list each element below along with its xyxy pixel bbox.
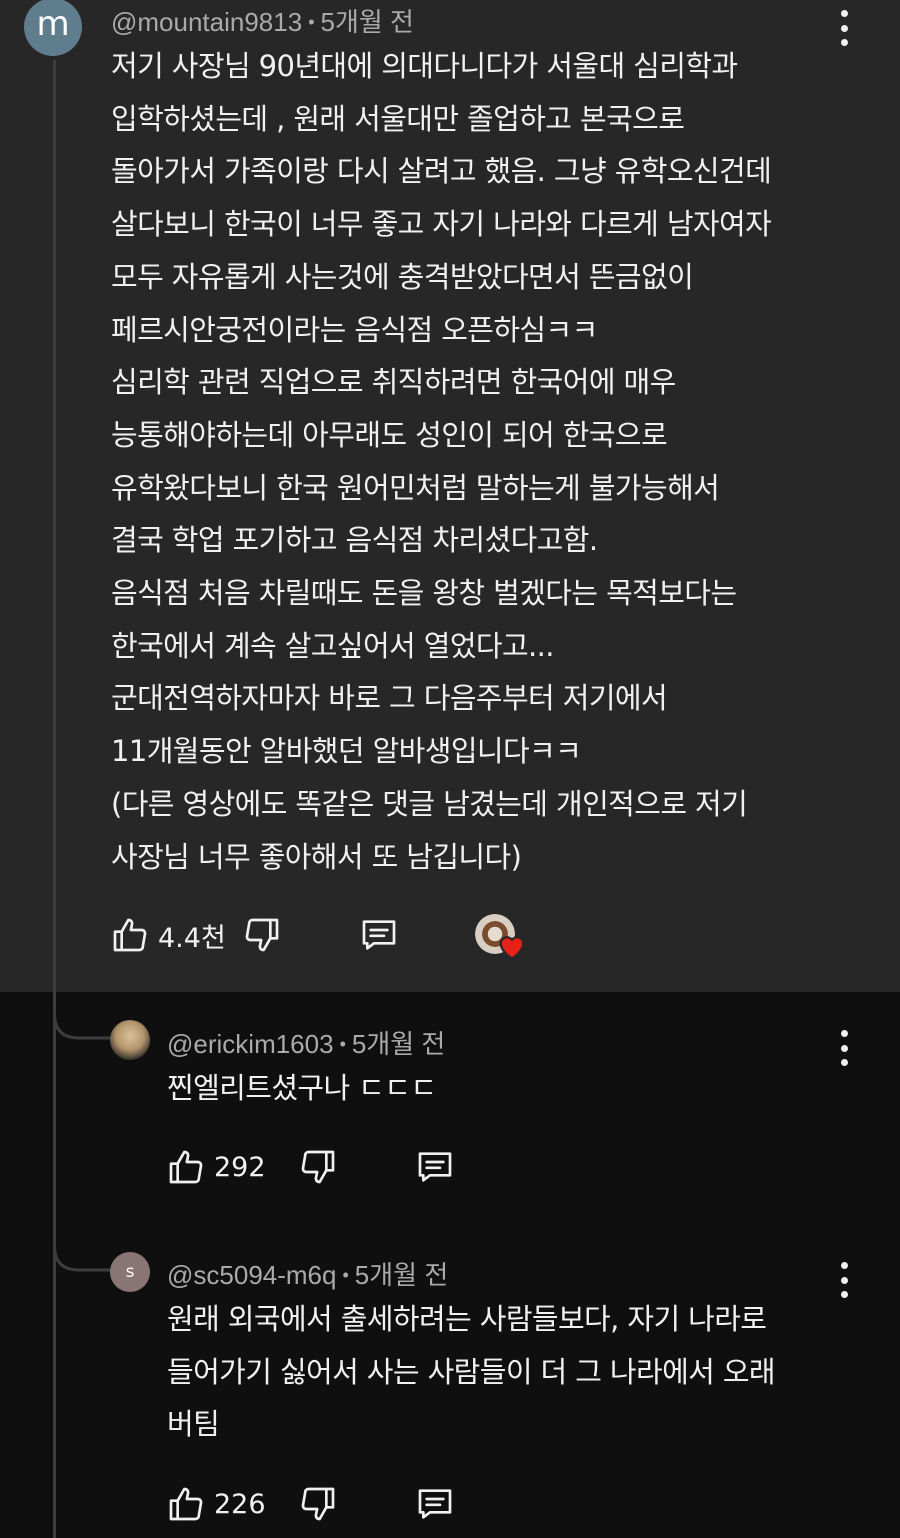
more-vertical-icon-dot: [840, 1276, 848, 1284]
comment-line: 모두 자유롭게 사는것에 충격받았다면서 뜬금없이: [111, 259, 694, 294]
more-vertical-icon: [840, 1262, 848, 1269]
separator-dot: •: [342, 1265, 349, 1285]
reply-connector-curve: [53, 1222, 111, 1272]
thumbs-down-icon: [298, 1484, 338, 1524]
reply-comment-icon: [414, 1484, 456, 1524]
comment-line: 군대전역하자마자 바로 그 다음주부터 저기에서: [111, 681, 668, 716]
separator-dot: •: [308, 12, 315, 32]
like-count: 292: [214, 1151, 266, 1183]
avatar[interactable]: s: [110, 1252, 150, 1292]
more-options-button[interactable]: [834, 10, 854, 46]
thumbs-down-icon: [242, 915, 282, 955]
dislike-button[interactable]: [298, 1484, 338, 1524]
reply-line: 버팀: [167, 1407, 220, 1442]
like-count: 226: [214, 1488, 266, 1520]
comment-line: (다른 영상에도 똑같은 댓글 남겼는데 개인적으로 저기: [111, 786, 748, 821]
reply-author[interactable]: @sc5094-m6q: [167, 1260, 336, 1290]
separator-dot: •: [339, 1034, 346, 1054]
comment-line: 능통해야하는데 아무래도 성인이 되어 한국으로: [111, 417, 668, 452]
reply-time: 5개월 전: [354, 1260, 449, 1290]
avatar-letter: s: [125, 1262, 135, 1282]
reply-time: 5개월 전: [351, 1029, 446, 1059]
comment-line: 사장님 너무 좋아해서 또 남깁니다): [111, 839, 522, 874]
comment-author[interactable]: @mountain9813: [111, 7, 302, 37]
thumbs-down-icon: [298, 1147, 338, 1187]
comment-time: 5개월 전: [320, 7, 414, 37]
like-button[interactable]: 292: [166, 1147, 266, 1187]
more-vertical-icon-dot: [840, 24, 848, 32]
comment-line: 유학왔다보니 한국 원어민처럼 말하는게 불가능해서: [111, 470, 720, 505]
dislike-button[interactable]: [242, 915, 282, 955]
reply-button[interactable]: [414, 1147, 456, 1187]
comment-line: 페르시안궁전이라는 음식점 오픈하심ㅋㅋ: [111, 312, 598, 347]
reply-meta: @erickim1603 • 5개월 전: [167, 1024, 445, 1061]
comment-meta: @mountain9813 • 5개월 전: [111, 2, 414, 39]
reply-body: 찐엘리트셨구나 ㄷㄷㄷ: [167, 1062, 437, 1115]
thumbs-up-icon: [166, 1484, 206, 1524]
avatar-letter: m: [36, 4, 70, 44]
reply-comment-icon: [414, 1147, 456, 1187]
reply-line: 원래 외국에서 출세하려는 사람들보다, 자기 나라로: [167, 1302, 767, 1336]
more-vertical-icon: [840, 10, 848, 17]
avatar[interactable]: m: [24, 0, 82, 56]
reply-author[interactable]: @erickim1603: [167, 1029, 334, 1059]
thumbs-up-icon: [110, 915, 150, 955]
comment-line: 음식점 처음 차릴때도 돈을 왕창 벌겠다는 목적보다는: [111, 576, 737, 611]
reply-comment-icon: [358, 915, 400, 955]
thread-line: [53, 60, 56, 1538]
more-vertical-icon-dot: [840, 1059, 848, 1066]
comment-body: 저기 사장님 90년대에 의대다니다가 서울대 심리학과 입학하셨는데 , 원래…: [111, 40, 772, 883]
more-options-button[interactable]: [834, 1262, 854, 1298]
reply-line: 들어가기 싫어서 사는 사람들이 더 그 나라에서 오래: [167, 1354, 776, 1389]
reply-button[interactable]: [358, 915, 400, 955]
avatar[interactable]: [110, 1020, 150, 1060]
more-vertical-icon: [840, 1030, 848, 1037]
comment-line: 11개월동안 알바했던 알바생입니다ㅋㅋ: [111, 734, 582, 769]
comment-line: 입학하셨는데 , 원래 서울대만 졸업하고 본국으로: [111, 101, 685, 136]
more-vertical-icon-dot: [840, 1291, 848, 1298]
more-vertical-icon-dot: [840, 39, 848, 46]
reply-meta: @sc5094-m6q • 5개월 전: [167, 1255, 448, 1292]
comment-line: 결국 학업 포기하고 음식점 차리셨다고함.: [111, 523, 598, 558]
creator-heart-icon: [497, 932, 527, 960]
like-button[interactable]: 4.4천: [110, 915, 226, 955]
like-count: 4.4천: [158, 922, 226, 954]
comment-line: 심리학 관련 직업으로 취직하려면 한국어에 매우: [111, 365, 676, 400]
comment-line: 돌아가서 가족이랑 다시 살려고 했음. 그냥 유학오신건데: [111, 154, 772, 189]
more-vertical-icon-dot: [840, 1044, 848, 1052]
comment-line: 살다보니 한국이 너무 좋고 자기 나라와 다르게 남자여자: [111, 207, 772, 242]
reply-connector-curve: [53, 990, 111, 1040]
dislike-button[interactable]: [298, 1147, 338, 1187]
like-button[interactable]: 226: [166, 1484, 266, 1524]
comment-line: 저기 사장님 90년대에 의대다니다가 서울대 심리학과: [111, 49, 738, 83]
comment-line: 한국에서 계속 살고싶어서 열었다고...: [111, 628, 555, 663]
thumbs-up-icon: [166, 1147, 206, 1187]
reply-body: 원래 외국에서 출세하려는 사람들보다, 자기 나라로 들어가기 싫어서 사는 …: [167, 1293, 776, 1451]
reply-button[interactable]: [414, 1484, 456, 1524]
reply-line: 찐엘리트셨구나 ㄷㄷㄷ: [167, 1071, 437, 1105]
more-options-button[interactable]: [834, 1030, 854, 1066]
